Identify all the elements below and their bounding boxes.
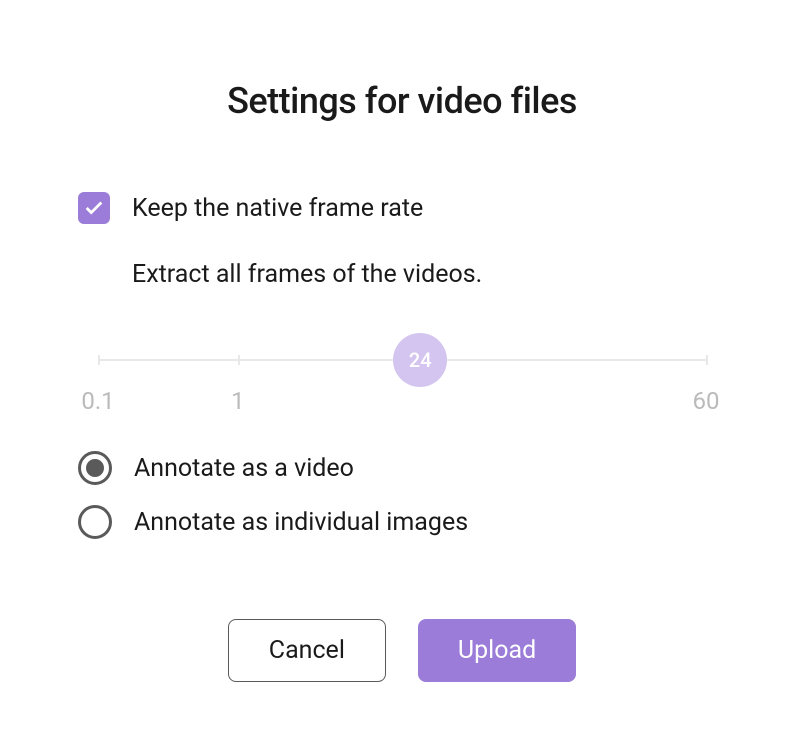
slider-value: 24	[409, 348, 432, 372]
radio-annotate-images-row: Annotate as individual images	[78, 505, 726, 539]
upload-button[interactable]: Upload	[418, 619, 576, 682]
slider-max-label: 60	[693, 387, 720, 415]
framerate-slider-container: 24 0.1 1 60	[98, 359, 706, 361]
check-icon	[83, 197, 105, 219]
radio-annotate-video-label: Annotate as a video	[134, 454, 354, 483]
slider-thumb[interactable]: 24	[393, 333, 447, 387]
video-settings-dialog: Settings for video files Keep the native…	[0, 0, 804, 682]
native-framerate-checkbox[interactable]	[78, 192, 110, 224]
annotation-mode-group: Annotate as a video Annotate as individu…	[78, 451, 726, 539]
native-framerate-label: Keep the native frame rate	[132, 194, 423, 223]
radio-annotate-images[interactable]	[78, 505, 112, 539]
slider-mid-label: 1	[231, 387, 245, 415]
radio-annotate-video-row: Annotate as a video	[78, 451, 726, 485]
native-framerate-row: Keep the native frame rate	[78, 192, 726, 224]
dialog-title: Settings for video files	[78, 80, 726, 122]
slider-tick	[238, 355, 240, 365]
radio-annotate-images-label: Annotate as individual images	[134, 508, 468, 537]
slider-tick	[706, 355, 708, 365]
slider-track[interactable]: 24	[98, 359, 706, 361]
button-row: Cancel Upload	[78, 619, 726, 682]
cancel-button[interactable]: Cancel	[228, 619, 386, 682]
description-text: Extract all frames of the videos.	[132, 260, 726, 289]
slider-tick	[98, 355, 100, 365]
slider-min-label: 0.1	[81, 387, 114, 415]
radio-annotate-video[interactable]	[78, 451, 112, 485]
